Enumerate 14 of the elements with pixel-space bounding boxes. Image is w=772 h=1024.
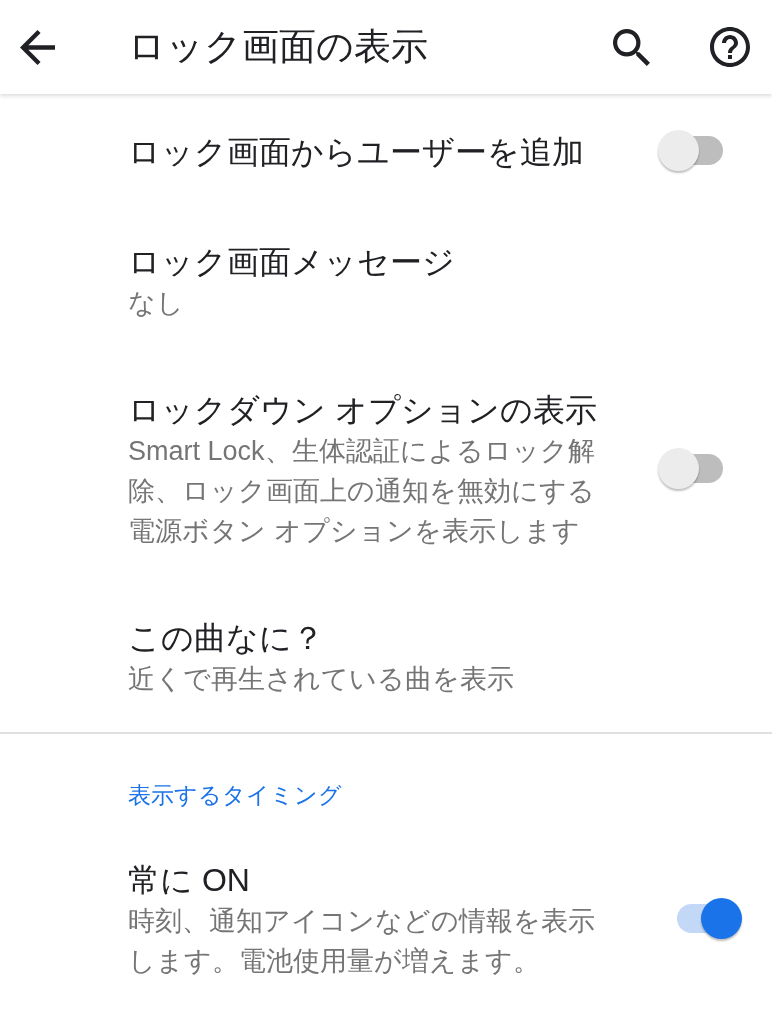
setting-title[interactable]: この曲なに？ [128,617,608,659]
setting-title[interactable]: 常に ON [128,859,608,901]
setting-summary: Smart Lock、生体認証によるロック解除、ロック画面上の通知を無効にする電源ボタン オプションを表示します [128,435,596,548]
help-icon[interactable] [710,27,750,67]
setting-title[interactable]: ロックダウン オプションの表示 [128,389,608,431]
section-header: 表示するタイミング [128,781,342,810]
setting-summary: なし [128,287,185,320]
setting-summary: 時刻、通知アイコンなどの情報を表示します。電池使用量が増えます。 [128,905,596,978]
screen-title: ロック画面の表示 [128,25,429,69]
setting-title[interactable]: ロック画面メッセージ [128,241,608,283]
back-arrow-icon[interactable] [20,29,55,65]
setting-summary: 近くで再生されている曲を表示 [128,663,515,696]
setting-title[interactable]: ロック画面からユーザーを追加 [128,131,608,173]
search-icon[interactable] [613,28,650,66]
